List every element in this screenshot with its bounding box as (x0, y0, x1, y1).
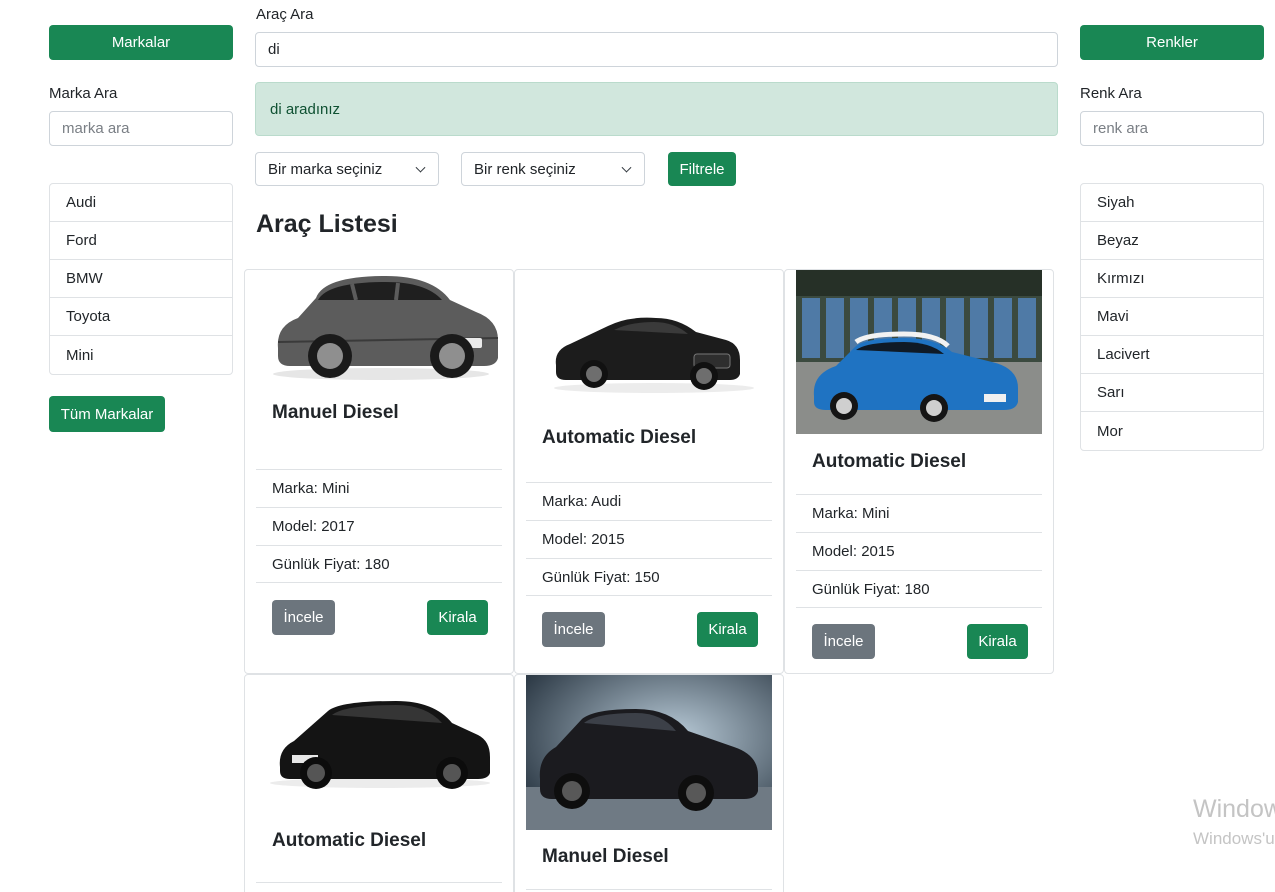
color-select[interactable]: Bir renk seçiniz (461, 152, 645, 186)
color-search-label: Renk Ara (1080, 85, 1142, 102)
brand-item-bmw[interactable]: BMW (50, 260, 232, 298)
color-select-value: Bir renk seçiniz (474, 160, 576, 178)
brand-search-label: Marka Ara (49, 85, 118, 102)
chevron-down-icon (415, 162, 426, 173)
car-price: Günlük Fiyat: 150 (526, 558, 772, 596)
brand-item-audi[interactable]: Audi (50, 184, 232, 222)
car-card: Automatic Diesel Marka: Audi Model: 2015… (514, 269, 784, 674)
color-item-sari[interactable]: Sarı (1081, 374, 1263, 412)
brand-item-toyota[interactable]: Toyota (50, 298, 232, 336)
details-button[interactable]: İncele (272, 600, 335, 635)
brand-select[interactable]: Bir marka seçiniz (255, 152, 439, 186)
car-card: Manuel Diesel Marka: Mini Model: 2017 Gü… (244, 269, 514, 674)
color-item-lacivert[interactable]: Lacivert (1081, 336, 1263, 374)
car-title: Manuel Diesel (542, 846, 669, 867)
brand-list: Audi Ford BMW Toyota Mini (49, 183, 233, 375)
car-search-label: Araç Ara (256, 6, 314, 23)
car-title: Automatic Diesel (542, 427, 697, 448)
car-model: Model: 2015 (796, 532, 1042, 570)
color-item-mor[interactable]: Mor (1081, 412, 1263, 450)
color-search-input[interactable] (1080, 111, 1264, 146)
windows-watermark: Window (1193, 795, 1275, 823)
rent-button[interactable]: Kirala (427, 600, 488, 635)
rent-button[interactable]: Kirala (697, 612, 758, 647)
brand-item-ford[interactable]: Ford (50, 222, 232, 260)
color-item-beyaz[interactable]: Beyaz (1081, 222, 1263, 260)
color-item-siyah[interactable]: Siyah (1081, 184, 1263, 222)
car-image-grey-mini (273, 276, 499, 380)
car-model: Model: 2017 (256, 507, 502, 545)
car-title: Manuel Diesel (272, 402, 399, 423)
brands-button[interactable]: Markalar (49, 25, 233, 60)
car-image-black-bmw (270, 701, 490, 789)
windows-watermark-sub: Windows'u (1193, 829, 1275, 848)
car-brand-row (256, 882, 502, 892)
all-brands-button[interactable]: Tüm Markalar (49, 396, 165, 432)
rent-button[interactable]: Kirala (967, 624, 1028, 659)
car-brand: Marka: Audi (526, 482, 772, 520)
brand-item-mini[interactable]: Mini (50, 336, 232, 374)
color-item-mavi[interactable]: Mavi (1081, 298, 1263, 336)
brand-search-input[interactable] (49, 111, 233, 146)
car-card: Automatic Diesel Marka: Mini Model: 2015… (784, 269, 1054, 674)
list-heading: Araç Listesi (256, 210, 398, 238)
color-item-kirmizi[interactable]: Kırmızı (1081, 260, 1263, 298)
car-title: Automatic Diesel (272, 830, 427, 851)
car-model: Model: 2015 (526, 520, 772, 558)
color-list: Siyah Beyaz Kırmızı Mavi Lacivert Sarı M… (1080, 183, 1264, 451)
car-title: Automatic Diesel (812, 451, 967, 472)
brand-select-value: Bir marka seçiniz (268, 160, 383, 178)
car-search-input[interactable] (255, 32, 1058, 67)
car-price: Günlük Fiyat: 180 (256, 545, 502, 583)
search-alert: di aradınız (255, 82, 1058, 136)
filter-button[interactable]: Filtrele (668, 152, 736, 186)
car-image-black-audi (554, 317, 754, 393)
car-brand: Marka: Mini (256, 469, 502, 507)
car-brand: Marka: Mini (796, 494, 1042, 532)
colors-button[interactable]: Renkler (1080, 25, 1264, 60)
car-image-blue-mini (796, 270, 1042, 434)
details-button[interactable]: İncele (542, 612, 605, 647)
details-button[interactable]: İncele (812, 624, 875, 659)
chevron-down-icon (621, 162, 632, 173)
car-price: Günlük Fiyat: 180 (796, 570, 1042, 608)
car-card: Automatic Diesel (244, 674, 514, 892)
car-image-black-ford (526, 675, 772, 830)
car-card: Manuel Diesel (514, 674, 784, 892)
